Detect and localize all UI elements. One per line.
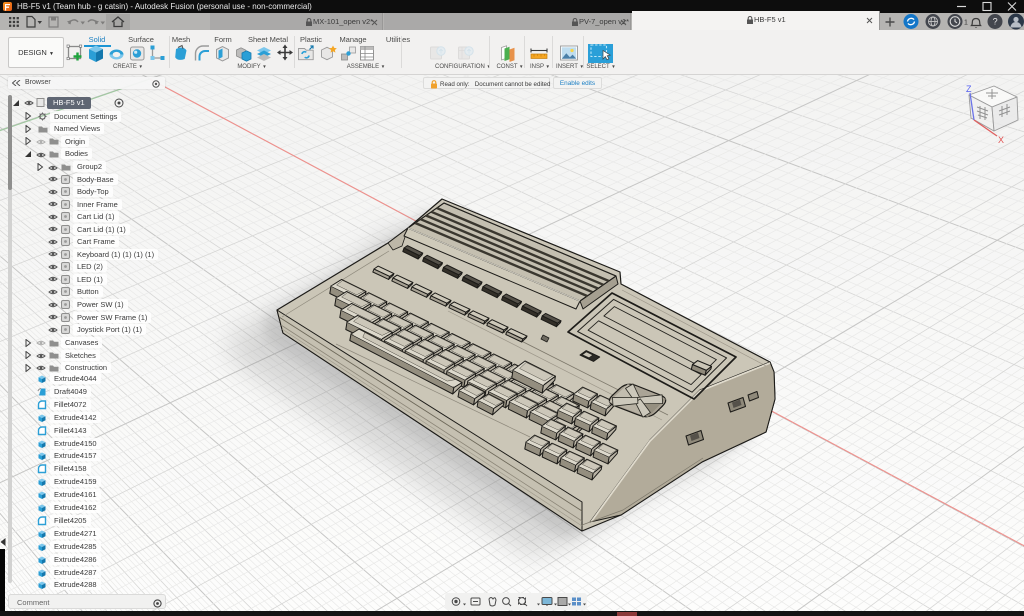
svg-text:1: 1 <box>964 20 968 27</box>
svg-text:?: ? <box>993 17 998 27</box>
svg-text:Z: Z <box>966 84 972 94</box>
svg-text:X: X <box>998 135 1004 145</box>
